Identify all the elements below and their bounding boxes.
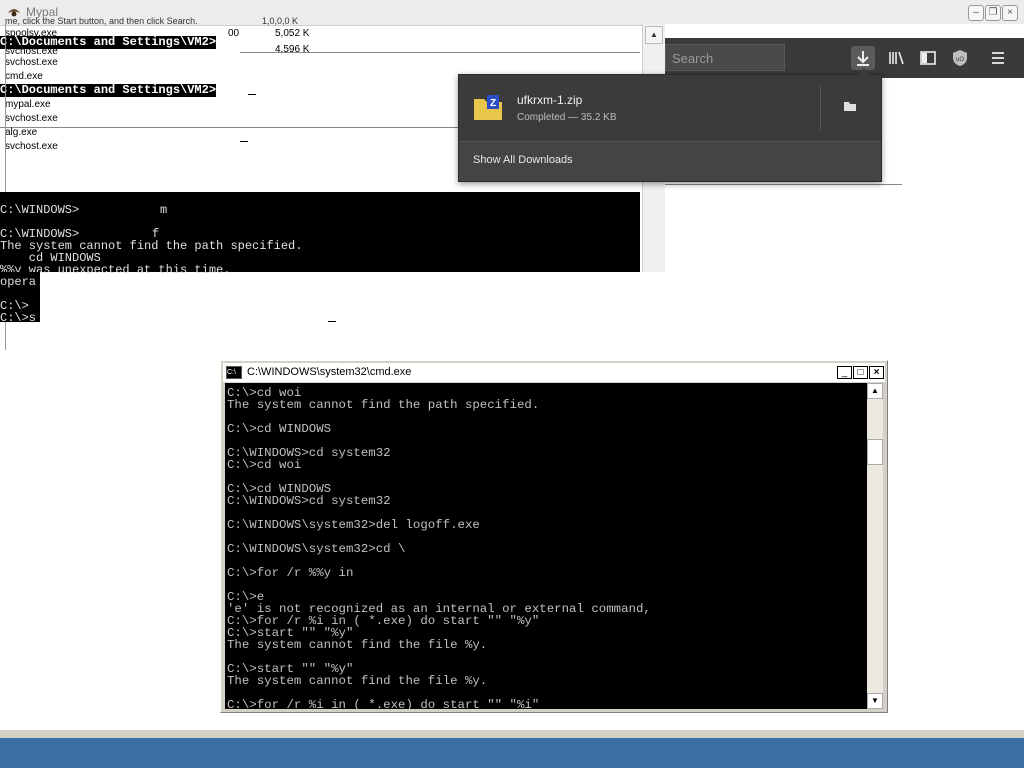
minimize-button[interactable]: – — [968, 5, 984, 21]
console-line: opera — [0, 275, 37, 289]
scroll-up-button[interactable]: ▲ — [867, 383, 883, 399]
console-line: m — [160, 203, 168, 217]
console-line: C:\WINDOWS\system32>cd \ — [227, 542, 406, 556]
console-line: The system cannot find the path specifie… — [227, 398, 540, 412]
cursor — [328, 321, 336, 322]
svg-text:uO: uO — [956, 57, 964, 63]
console-line: C:\WINDOWS>cd system32 — [227, 494, 391, 508]
scroll-thumb[interactable] — [867, 439, 883, 465]
divider — [240, 52, 640, 53]
hamburger-icon — [992, 52, 1004, 64]
download-arrow-icon — [857, 51, 869, 66]
sidebar-icon — [920, 51, 936, 65]
hint-text: me, click the Start button, and then cli… — [5, 16, 198, 26]
svg-text:Z: Z — [490, 98, 496, 109]
cmd-window-title: C:\WINDOWS\system32\cmd.exe — [247, 366, 412, 378]
download-status: Completed — 35.2 KB — [517, 112, 617, 123]
divider — [664, 184, 902, 185]
process-name: mypal.exe — [5, 99, 51, 110]
downloads-panel: Z ufkrxm-1.zip Completed — 35.2 KB Show … — [458, 68, 882, 182]
process-mem: 5,052 K — [275, 28, 310, 39]
process-name: svchost.exe — [5, 57, 58, 68]
process-name: svchost.exe — [5, 46, 58, 57]
cmd-icon: C:\ — [226, 366, 242, 379]
process-name: cmd.exe — [5, 71, 43, 82]
cmd-minimize-button[interactable]: _ — [837, 366, 852, 379]
process-name: svchost.exe — [5, 113, 58, 124]
menu-button[interactable] — [986, 46, 1010, 70]
window-bottom-edge — [0, 730, 1024, 738]
menubar — [664, 24, 1024, 38]
console-line: C:\WINDOWS> — [0, 203, 80, 217]
process-name: alg.exe — [5, 127, 38, 138]
console-line: C:\>cd WINDOWS — [227, 422, 332, 436]
sidebar-button[interactable] — [916, 46, 940, 70]
downloads-button[interactable] — [851, 46, 875, 70]
process-user: 00 — [228, 28, 240, 39]
close-button[interactable]: × — [1002, 5, 1018, 21]
console-fragment: C:\WINDOWS> m C:\WINDOWS> f The system c… — [0, 192, 640, 276]
zip-file-icon: Z — [474, 95, 502, 120]
library-button[interactable] — [884, 46, 908, 70]
download-filename[interactable]: ufkrxm-1.zip — [517, 93, 582, 107]
hint-value: 1,0,0,0 K — [262, 16, 299, 26]
console-line: C:\>for /r %i in ( *.exe) do start "" "%… — [227, 698, 540, 709]
scroll-up-button[interactable]: ▲ — [645, 26, 663, 44]
cmd-maximize-button[interactable]: □ — [853, 366, 868, 379]
folder-icon — [844, 102, 856, 111]
cmd-close-button[interactable]: × — [869, 366, 884, 379]
divider — [820, 85, 821, 131]
console-line: The system cannot find the file %y. — [227, 674, 488, 688]
show-all-downloads-link[interactable]: Show All Downloads — [473, 154, 573, 166]
open-folder-button[interactable] — [841, 97, 859, 115]
scroll-down-button[interactable]: ▼ — [867, 693, 883, 709]
console-line: C:\WINDOWS\system32>del logoff.exe — [227, 518, 480, 532]
process-name: svchost.exe — [5, 141, 58, 152]
cmd-scrollbar[interactable]: ▲ ▼ — [867, 383, 883, 709]
cursor — [240, 141, 248, 142]
console-line: C:\>s — [0, 311, 37, 325]
cursor — [248, 94, 256, 95]
process-mem: 4,596 K — [275, 44, 310, 55]
console-line: C:\>cd woi — [227, 458, 302, 472]
search-input[interactable]: Search — [665, 44, 785, 71]
cmd-titlebar[interactable]: C:\ C:\WINDOWS\system32\cmd.exe _ □ × — [223, 363, 885, 382]
console-prompt: C:\Documents and Settings\VM2> — [0, 83, 217, 97]
cmd-console[interactable]: C:\>cd woi The system cannot find the pat… — [225, 383, 867, 709]
taskbar — [0, 738, 1024, 768]
ublock-button[interactable]: uO — [948, 46, 972, 70]
console-line: The system cannot find the file %y. — [227, 638, 488, 652]
cmd-window: C:\ C:\WINDOWS\system32\cmd.exe _ □ × C:… — [220, 360, 888, 713]
library-icon — [889, 51, 904, 65]
maximize-button[interactable]: ❐ — [985, 5, 1001, 21]
downloads-footer[interactable]: Show All Downloads — [459, 142, 881, 181]
shield-icon: uO — [953, 50, 967, 66]
console-line: C:\>for /r %%y in — [227, 566, 354, 580]
